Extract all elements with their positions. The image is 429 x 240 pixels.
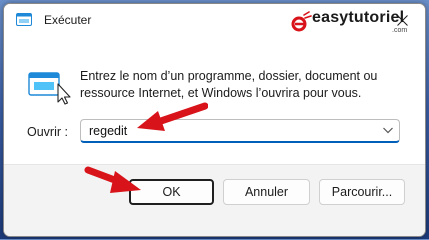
window-title: Exécuter — [44, 13, 92, 27]
annotation-arrow-ok — [84, 166, 141, 193]
open-combobox[interactable]: regedit — [80, 119, 400, 143]
run-app-icon — [16, 13, 32, 26]
description-line-2: ressource Internet, et Windows l’ouvrira… — [80, 86, 362, 100]
title-bar[interactable]: Exécuter easytutoriel .com — [4, 4, 425, 36]
run-dialog: Exécuter easytutoriel .com Entrez le nom… — [3, 3, 426, 237]
description-line-1: Entrez le nom d’un programme, dossier, d… — [80, 69, 378, 83]
open-input-value[interactable]: regedit — [89, 124, 127, 138]
run-program-icon — [28, 72, 71, 105]
chevron-down-icon[interactable] — [383, 127, 393, 134]
easytutoriel-logo — [291, 11, 312, 32]
open-label: Ouvrir : — [27, 125, 68, 139]
cancel-button[interactable]: Annuler — [223, 179, 310, 205]
description-text: Entrez le nom d’un programme, dossier, d… — [80, 68, 416, 102]
annotation-arrow-input — [137, 102, 208, 131]
browse-button[interactable]: Parcourir... — [319, 179, 405, 205]
close-button[interactable] — [379, 4, 425, 36]
close-icon — [396, 14, 408, 26]
